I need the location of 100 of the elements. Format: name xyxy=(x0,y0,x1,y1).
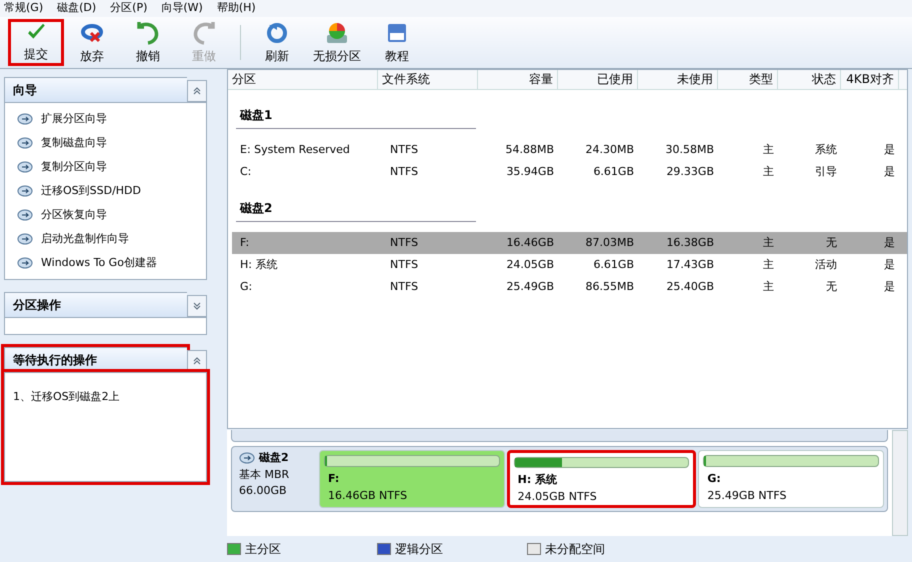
wizard-link[interactable]: 复制分区向导 xyxy=(41,158,107,176)
table-cell-text: H: 系统 xyxy=(239,256,278,273)
wizard-link[interactable]: Windows To Go创建器 xyxy=(41,254,157,272)
wizard-link[interactable]: 启动光盘制作向导 xyxy=(41,230,129,248)
table-cell-text: 87.03MB xyxy=(584,234,635,251)
table-cell-text: 主 xyxy=(762,142,775,158)
panel-header: 分区操作 xyxy=(4,292,187,317)
partition-name: G: xyxy=(706,471,722,487)
table-cell-text: 17.43GB xyxy=(665,256,715,273)
table-row[interactable]: G: NTFS 25.49GB 86.55MB 25.40GB 主 无 是 xyxy=(232,276,907,298)
table-cell-text: 是 xyxy=(883,256,896,273)
disk-type: 基本 MBR xyxy=(239,466,290,482)
table-cell-text: 54.88MB xyxy=(504,142,555,158)
toolbar-button[interactable]: 提交 xyxy=(8,19,64,66)
partition-block[interactable]: H: 系统 24.05GB NTFS xyxy=(506,450,696,508)
table-cell-text: 活动 xyxy=(814,256,838,273)
menu-item[interactable]: 常规(G) xyxy=(4,0,44,17)
table-cell-text: 引导 xyxy=(814,164,838,180)
table-row[interactable]: E: System Reserved NTFS 54.88MB 24.30MB 30.58MB 主 系统 是 xyxy=(232,139,907,161)
table-cell-text: NTFS xyxy=(389,164,420,180)
table-cell-text: 30.58MB xyxy=(664,142,715,158)
chevron-up-icon xyxy=(192,86,202,96)
menu-item[interactable]: 磁盘(D) xyxy=(57,0,96,17)
table-cell-text: E: System Reserved xyxy=(239,142,351,158)
table-cell-text: NTFS xyxy=(389,256,420,273)
undo-icon xyxy=(136,20,160,44)
scrollbar[interactable] xyxy=(892,430,908,536)
panel-header: 向导 xyxy=(4,77,187,102)
partition-block[interactable]: F: 16.46GB NTFS xyxy=(319,450,505,508)
table-cell-text: 24.30MB xyxy=(584,142,635,158)
partition-detail: 16.46GB NTFS xyxy=(327,488,408,504)
redo-icon xyxy=(192,20,216,44)
table-row[interactable]: H: 系统 NTFS 24.05GB 6.61GB 17.43GB 主 活动 是 xyxy=(232,254,907,276)
table-cell-text: 主 xyxy=(762,164,775,180)
table-cell-text: 35.94GB xyxy=(505,164,555,180)
disk-group-title: 磁盘1 xyxy=(236,106,476,129)
table-cell-text: C: xyxy=(239,164,252,180)
menu-item[interactable]: 帮助(H) xyxy=(216,0,256,17)
wizard-link[interactable]: 分区恢复向导 xyxy=(41,206,107,224)
table-cell-text: 是 xyxy=(883,234,896,251)
table-row[interactable]: C: NTFS 35.94GB 6.61GB 29.33GB 主 引导 是 xyxy=(232,161,907,183)
disk-size: 66.00GB xyxy=(239,483,288,499)
table-cell-text: 是 xyxy=(883,278,896,295)
table-cell-text: 16.38GB xyxy=(665,234,715,251)
expand-button[interactable] xyxy=(187,295,207,317)
table-cell-text: 主 xyxy=(762,278,775,295)
table-cell-text: 6.61GB xyxy=(592,164,635,180)
partition-detail: 25.49GB NTFS xyxy=(706,488,788,504)
column-header[interactable]: 分区 xyxy=(228,70,378,89)
partition-block[interactable]: G: 25.49GB NTFS xyxy=(698,450,884,508)
partition-detail: 24.05GB NTFS xyxy=(516,488,598,504)
table-cell-text: F: xyxy=(239,234,250,251)
column-header[interactable]: 4KB对齐 xyxy=(841,70,899,89)
toolbar-button[interactable]: 刷新 xyxy=(249,19,305,66)
column-header[interactable]: 文件系统 xyxy=(378,70,478,89)
wizard-link[interactable]: 扩展分区向导 xyxy=(41,110,107,128)
disk-name: 磁盘2 xyxy=(259,450,289,466)
table-cell-text: 是 xyxy=(883,164,896,180)
table-cell-text: 6.61GB xyxy=(592,256,635,273)
table-cell-text: 24.05GB xyxy=(505,256,555,273)
disk-group-title: 磁盘2 xyxy=(236,199,476,222)
table-cell-text: 29.33GB xyxy=(665,164,715,180)
legend-label: 主分区 xyxy=(245,541,281,558)
table-cell-text: 无 xyxy=(825,278,838,295)
table-cell-text: NTFS xyxy=(389,142,420,158)
legend-label: 未分配空间 xyxy=(545,541,605,558)
column-header[interactable]: 容量 xyxy=(478,70,558,89)
legend-label: 逻辑分区 xyxy=(395,541,443,558)
table-cell-text: 86.55MB xyxy=(584,278,635,295)
table-cell-text: 是 xyxy=(883,142,896,158)
wizard-link[interactable]: 迁移OS到SSD/HDD xyxy=(41,182,141,200)
toolbar-button[interactable]: 无损分区 xyxy=(305,19,369,66)
partition-name: H: 系统 xyxy=(516,472,558,488)
toolbar-button[interactable]: 教程 xyxy=(369,19,425,66)
column-header[interactable]: 状态 xyxy=(778,70,841,89)
column-header[interactable]: 未使用 xyxy=(638,70,718,89)
refresh-icon xyxy=(265,20,289,44)
column-header[interactable]: 类型 xyxy=(718,70,778,89)
chevron-up-icon xyxy=(192,356,202,366)
table-cell-text: NTFS xyxy=(389,278,420,295)
table-cell-text: 25.49GB xyxy=(505,278,555,295)
table-cell-text: 25.40GB xyxy=(665,278,715,295)
menu-item[interactable]: 向导(W) xyxy=(161,0,203,17)
table-cell-text: G: xyxy=(239,278,254,295)
table-cell-text: 系统 xyxy=(814,142,838,158)
toolbar-button[interactable]: 撤销 xyxy=(120,19,176,66)
table-cell-text: 主 xyxy=(762,256,775,273)
menu-item[interactable]: 分区(P) xyxy=(110,0,148,17)
wizard-link[interactable]: 复制磁盘向导 xyxy=(41,134,107,152)
collapse-button[interactable] xyxy=(187,80,207,102)
partition-name: F: xyxy=(327,471,340,487)
pending-operation: 1、迁移OS到磁盘2上 xyxy=(13,389,121,405)
table-cell-text: NTFS xyxy=(389,234,420,251)
disk-pie-icon xyxy=(325,20,349,44)
table-cell-text: 无 xyxy=(825,234,838,251)
table-row[interactable]: F: NTFS 16.46GB 87.03MB 16.38GB 主 无 是 xyxy=(232,232,907,254)
chevron-down-icon xyxy=(192,301,202,311)
table-cell-text: 16.46GB xyxy=(505,234,555,251)
toolbar-button[interactable]: 放弃 xyxy=(64,19,120,66)
column-header[interactable]: 已使用 xyxy=(558,70,638,89)
